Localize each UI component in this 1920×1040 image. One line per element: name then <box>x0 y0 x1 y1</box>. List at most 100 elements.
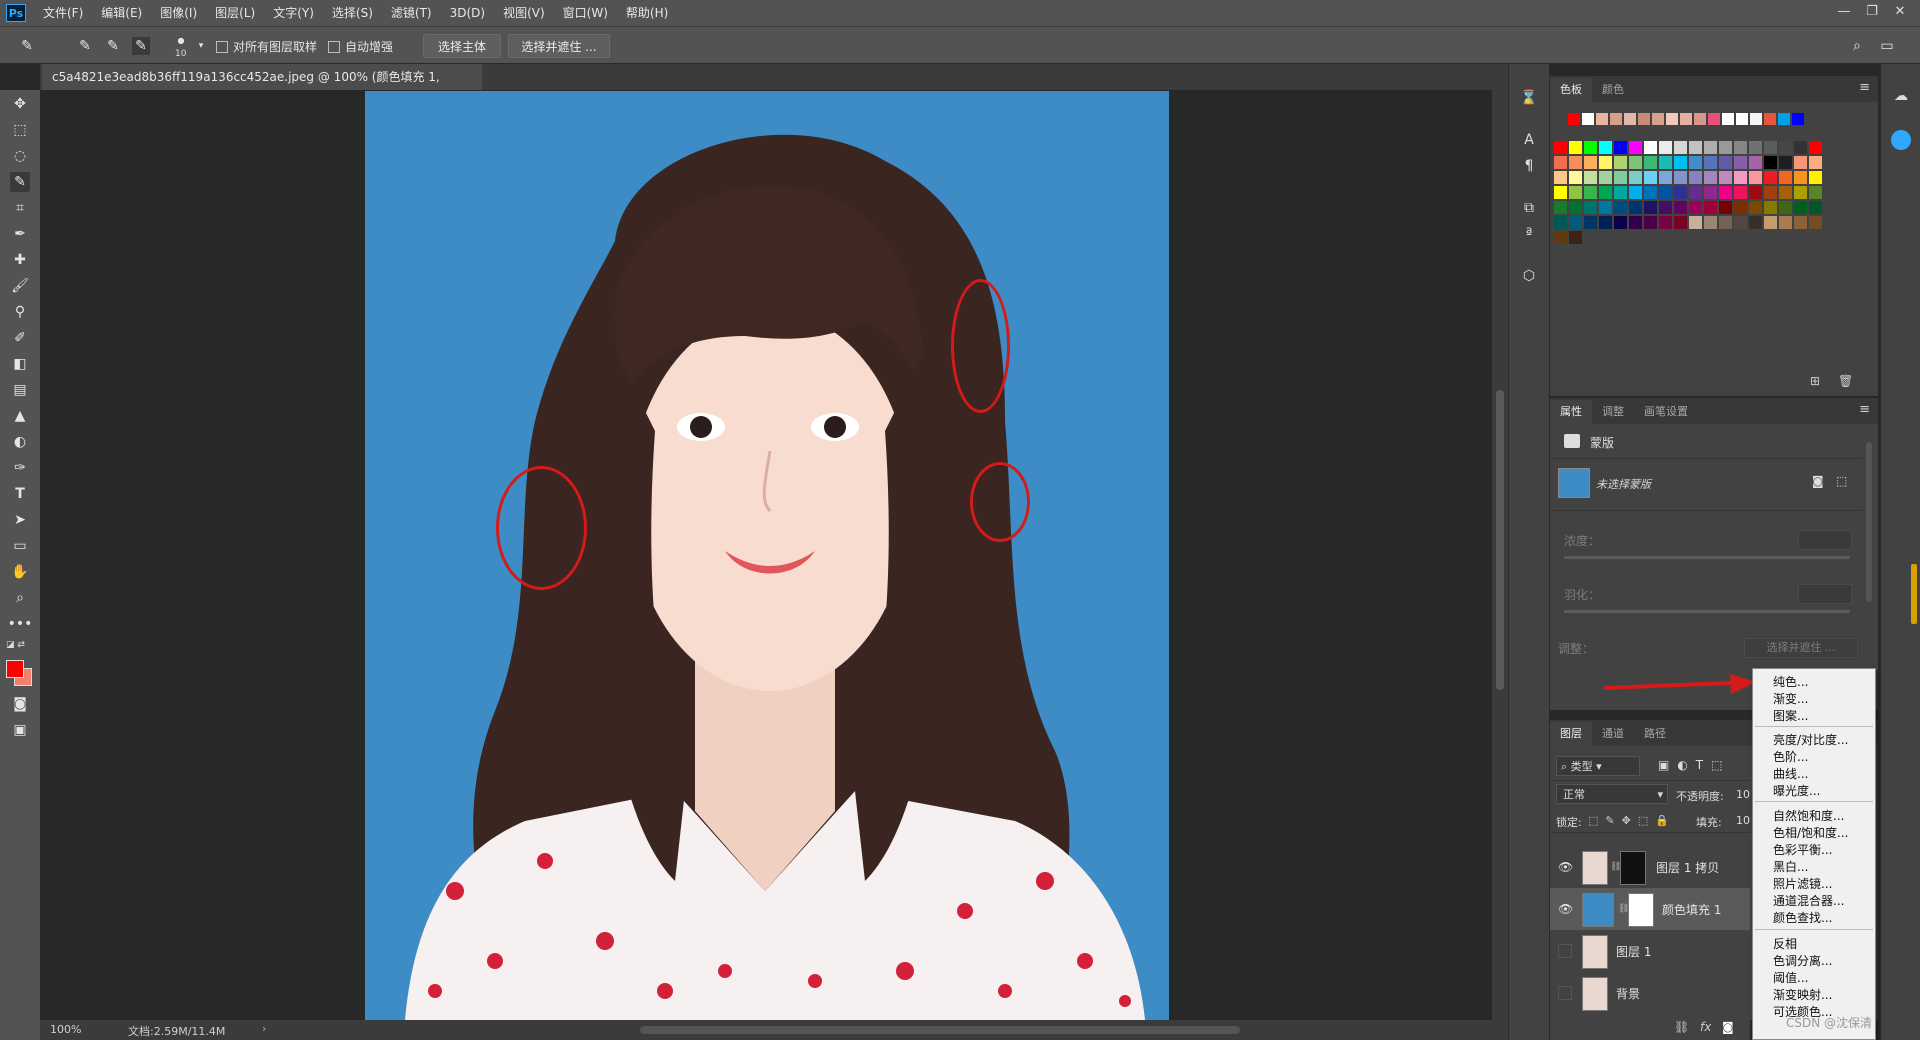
color-swatch[interactable] <box>1644 171 1657 184</box>
recent-swatch[interactable] <box>1750 113 1762 125</box>
edge-handle[interactable] <box>1911 564 1917 624</box>
lock-icons[interactable]: ⬚✎✥⬚🔒 <box>1588 814 1676 827</box>
subtract-from-selection-icon[interactable]: ✎ <box>132 37 150 55</box>
color-swatch[interactable] <box>1749 201 1762 214</box>
lasso-tool-icon[interactable]: ◌ <box>10 146 30 166</box>
color-swatch[interactable] <box>1644 141 1657 154</box>
color-swatch[interactable] <box>1599 141 1612 154</box>
color-swatch[interactable] <box>1629 216 1642 229</box>
recent-swatch[interactable] <box>1708 113 1720 125</box>
menu-photo-filter[interactable]: 照片滤镜... <box>1773 875 1832 892</box>
menu-black-white[interactable]: 黑白... <box>1773 858 1808 875</box>
recent-swatch[interactable] <box>1582 113 1594 125</box>
color-swatch[interactable] <box>1614 201 1627 214</box>
color-swatch[interactable] <box>1764 216 1777 229</box>
color-swatch[interactable] <box>1749 216 1762 229</box>
tab-color[interactable]: 颜色 <box>1592 78 1634 102</box>
menu-invert[interactable]: 反相 <box>1773 935 1797 952</box>
color-swatch[interactable] <box>1734 186 1747 199</box>
move-tool-icon[interactable]: ✥ <box>10 94 30 114</box>
tab-brush-settings[interactable]: 画笔设置 <box>1634 400 1698 424</box>
color-swatch[interactable] <box>1734 216 1747 229</box>
menu-window[interactable]: 窗口(W) <box>554 0 617 26</box>
search-icon[interactable]: ⌕ <box>1848 37 1866 55</box>
color-swatch[interactable] <box>1674 186 1687 199</box>
color-swatch[interactable] <box>1704 141 1717 154</box>
layer-row-3[interactable]: 图层 1 <box>1550 930 1750 972</box>
recent-swatch[interactable] <box>1610 113 1622 125</box>
color-swatch[interactable] <box>1599 186 1612 199</box>
color-swatch[interactable] <box>1659 141 1672 154</box>
color-swatch[interactable] <box>1734 156 1747 169</box>
color-swatch[interactable] <box>1689 171 1702 184</box>
menu-solid-color[interactable]: 纯色... <box>1773 673 1808 690</box>
tab-swatches[interactable]: 色板 <box>1550 78 1592 102</box>
hand-tool-icon[interactable]: ✋ <box>10 562 30 582</box>
color-swatch[interactable] <box>1779 216 1792 229</box>
color-swatch[interactable] <box>1644 216 1657 229</box>
color-swatch[interactable] <box>1764 171 1777 184</box>
menu-posterize[interactable]: 色调分离... <box>1773 952 1832 969</box>
color-swatch[interactable] <box>1629 201 1642 214</box>
visibility-toggle[interactable] <box>1558 986 1572 1000</box>
menu-color-lookup[interactable]: 颜色查找... <box>1773 909 1832 926</box>
tab-paths[interactable]: 路径 <box>1634 722 1676 746</box>
menu-brightness-contrast[interactable]: 亮度/对比度... <box>1773 731 1849 748</box>
color-swatch[interactable] <box>1704 186 1717 199</box>
layer-mask-thumbnail[interactable] <box>1620 851 1646 885</box>
color-swatch[interactable] <box>1719 156 1732 169</box>
history-icon[interactable]: ⌛ <box>1519 88 1539 108</box>
recent-swatch[interactable] <box>1652 113 1664 125</box>
color-swatch[interactable] <box>1569 216 1582 229</box>
recent-swatch[interactable] <box>1666 113 1678 125</box>
opacity-value[interactable]: 10 <box>1736 788 1750 801</box>
menu-3d[interactable]: 3D(D) <box>441 0 494 26</box>
more-tools-icon[interactable]: ••• <box>8 614 33 634</box>
color-swatch[interactable] <box>1644 186 1657 199</box>
color-swatch[interactable] <box>1779 141 1792 154</box>
color-swatch[interactable] <box>1614 156 1627 169</box>
visibility-toggle[interactable] <box>1558 944 1572 958</box>
clone-source-icon[interactable]: ⧉ <box>1519 198 1539 218</box>
auto-enhance-checkbox[interactable]: 自动增强 <box>328 38 393 55</box>
color-swatch[interactable] <box>1779 186 1792 199</box>
recent-swatch[interactable] <box>1638 113 1650 125</box>
quick-selection-tool-icon[interactable]: ✎ <box>10 172 30 192</box>
recent-swatch[interactable] <box>1736 113 1748 125</box>
color-swatch[interactable] <box>1764 186 1777 199</box>
libraries-icon[interactable]: ☁ <box>1891 88 1911 108</box>
color-swatch[interactable] <box>1614 186 1627 199</box>
color-swatch[interactable] <box>1614 216 1627 229</box>
recent-swatch[interactable] <box>1722 113 1734 125</box>
color-swatch[interactable] <box>1719 216 1732 229</box>
color-swatch[interactable] <box>1704 216 1717 229</box>
character-icon[interactable]: A <box>1519 130 1539 150</box>
color-swatch[interactable] <box>1584 216 1597 229</box>
color-swatch[interactable] <box>1704 171 1717 184</box>
color-swatch[interactable] <box>1764 141 1777 154</box>
history-brush-tool-icon[interactable]: ✐ <box>10 328 30 348</box>
color-swatch[interactable] <box>1554 141 1567 154</box>
color-swatch[interactable] <box>1794 201 1807 214</box>
filter-icons[interactable]: ▣◐T⬚ <box>1658 758 1730 772</box>
new-selection-icon[interactable]: ✎ <box>76 37 94 55</box>
menu-hue-saturation[interactable]: 色相/饱和度... <box>1773 824 1849 841</box>
density-input[interactable] <box>1798 530 1852 550</box>
color-swatch[interactable] <box>1629 186 1642 199</box>
color-swatch[interactable] <box>1674 201 1687 214</box>
menu-channel-mixer[interactable]: 通道混合器... <box>1773 892 1844 909</box>
color-swatch[interactable] <box>1734 141 1747 154</box>
color-swatch[interactable] <box>1779 201 1792 214</box>
color-swatch[interactable] <box>1554 156 1567 169</box>
feather-input[interactable] <box>1798 584 1852 604</box>
menu-layer[interactable]: 图层(L) <box>206 0 264 26</box>
color-swatch[interactable] <box>1689 156 1702 169</box>
color-swatch[interactable] <box>1614 141 1627 154</box>
add-to-selection-icon[interactable]: ✎ <box>104 37 122 55</box>
select-and-mask-button[interactable]: 选择并遮住 ... <box>508 34 610 58</box>
add-mask-icon[interactable]: ◙ <box>1722 1020 1734 1034</box>
color-swatch[interactable] <box>1689 186 1702 199</box>
quick-select-tool-preset-icon[interactable]: ✎ <box>18 37 36 55</box>
color-swatch[interactable] <box>1569 141 1582 154</box>
learn-icon[interactable] <box>1891 130 1911 150</box>
